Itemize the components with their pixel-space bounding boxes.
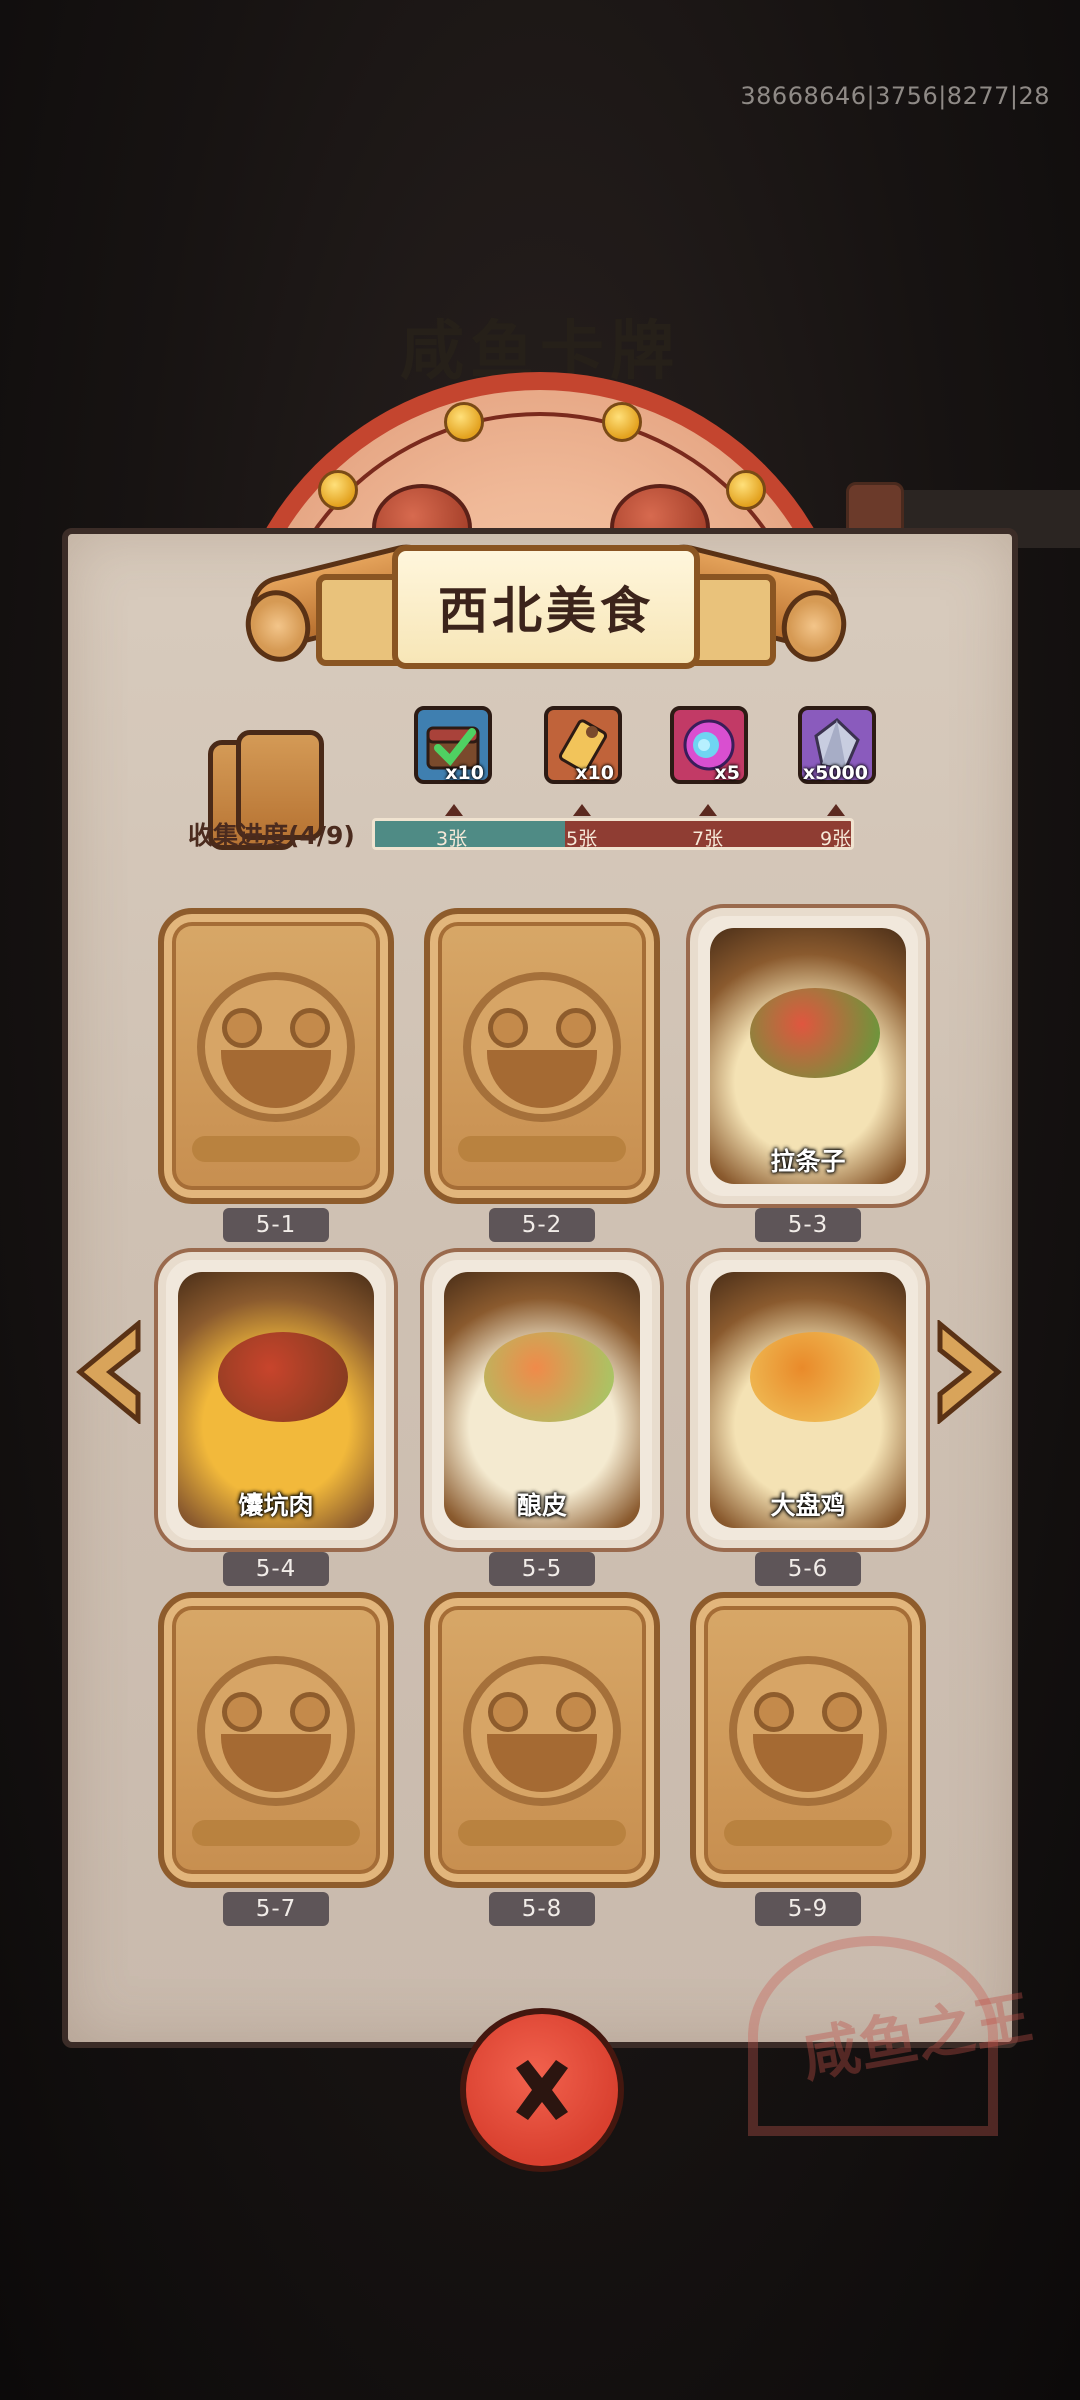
dish-food xyxy=(750,988,880,1078)
reward-count: x10 xyxy=(445,762,484,784)
frog-eye xyxy=(556,1692,596,1732)
frog-eye xyxy=(222,1008,262,1048)
progress-threshold: 9张 xyxy=(820,828,852,850)
progress-marker xyxy=(699,804,717,816)
album-title-banner: 西北美食 xyxy=(392,545,700,669)
card-number-label: 5-9 xyxy=(755,1892,861,1926)
frog-eye xyxy=(222,1692,262,1732)
food-card[interactable]: 馕坑肉 xyxy=(158,1252,394,1548)
frog-eye xyxy=(822,1692,862,1732)
progress-threshold: 3张 xyxy=(436,828,468,850)
locked-card[interactable] xyxy=(158,1592,394,1888)
reward-count: x5 xyxy=(714,762,740,784)
frog-feet xyxy=(724,1820,892,1846)
reward-crystal[interactable]: x5000 xyxy=(798,706,876,784)
stud-icon xyxy=(726,470,766,510)
card-name: 酿皮 xyxy=(516,1491,567,1520)
dish-food xyxy=(484,1332,614,1422)
dish-food xyxy=(218,1332,348,1422)
frog-feet xyxy=(458,1820,626,1846)
frog-eye xyxy=(488,1008,528,1048)
progress-threshold: 5张 xyxy=(566,828,598,850)
card-number-label: 5-2 xyxy=(489,1208,595,1242)
reward-key[interactable]: x10 xyxy=(544,706,622,784)
progress-marker xyxy=(573,804,591,816)
next-page-arrow-icon[interactable] xyxy=(936,1320,1006,1424)
progress-marker xyxy=(827,804,845,816)
locked-card[interactable] xyxy=(424,908,660,1204)
card-number-label: 5-3 xyxy=(755,1208,861,1242)
food-card[interactable]: 酿皮 xyxy=(424,1252,660,1548)
progress-bar-fill xyxy=(375,821,566,847)
card-number-label: 5-6 xyxy=(755,1552,861,1586)
card-number-label: 5-1 xyxy=(223,1208,329,1242)
reward-portal-orb[interactable]: x5 xyxy=(670,706,748,784)
card-name: 馕坑肉 xyxy=(238,1491,314,1520)
food-card[interactable]: 拉条子 xyxy=(690,908,926,1204)
frog-eye xyxy=(290,1692,330,1732)
card-number-label: 5-4 xyxy=(223,1552,329,1586)
close-button[interactable] xyxy=(460,2008,624,2172)
reward-count: x10 xyxy=(575,762,614,784)
progress-marker xyxy=(445,804,463,816)
close-icon xyxy=(516,2060,568,2120)
locked-card[interactable] xyxy=(690,1592,926,1888)
frog-eye xyxy=(488,1692,528,1732)
dish-food xyxy=(750,1332,880,1422)
card-number-label: 5-8 xyxy=(489,1892,595,1926)
frog-eye xyxy=(556,1008,596,1048)
card-name: 拉条子 xyxy=(770,1147,846,1176)
collection-progress-label: 收集进度(4/9) xyxy=(188,821,355,850)
card-number-label: 5-7 xyxy=(223,1892,329,1926)
card-number-label: 5-5 xyxy=(489,1552,595,1586)
reward-count: x5000 xyxy=(802,762,868,784)
stud-icon xyxy=(602,402,642,442)
progress-threshold: 7张 xyxy=(692,828,724,850)
food-card[interactable]: 大盘鸡 xyxy=(690,1252,926,1548)
frog-feet xyxy=(458,1136,626,1162)
locked-card[interactable] xyxy=(158,908,394,1204)
stud-icon xyxy=(444,402,484,442)
frog-eye xyxy=(290,1008,330,1048)
card-name: 大盘鸡 xyxy=(770,1491,846,1520)
frog-feet xyxy=(192,1136,360,1162)
stud-icon xyxy=(318,470,358,510)
reward-check-chest[interactable]: x10 xyxy=(414,706,492,784)
frog-feet xyxy=(192,1820,360,1846)
prev-page-arrow-icon[interactable] xyxy=(72,1320,142,1424)
album-title: 西北美食 xyxy=(438,581,654,640)
frog-eye xyxy=(754,1692,794,1732)
debug-id-text: 38668646|3756|8277|28 xyxy=(740,82,1050,110)
locked-card[interactable] xyxy=(424,1592,660,1888)
